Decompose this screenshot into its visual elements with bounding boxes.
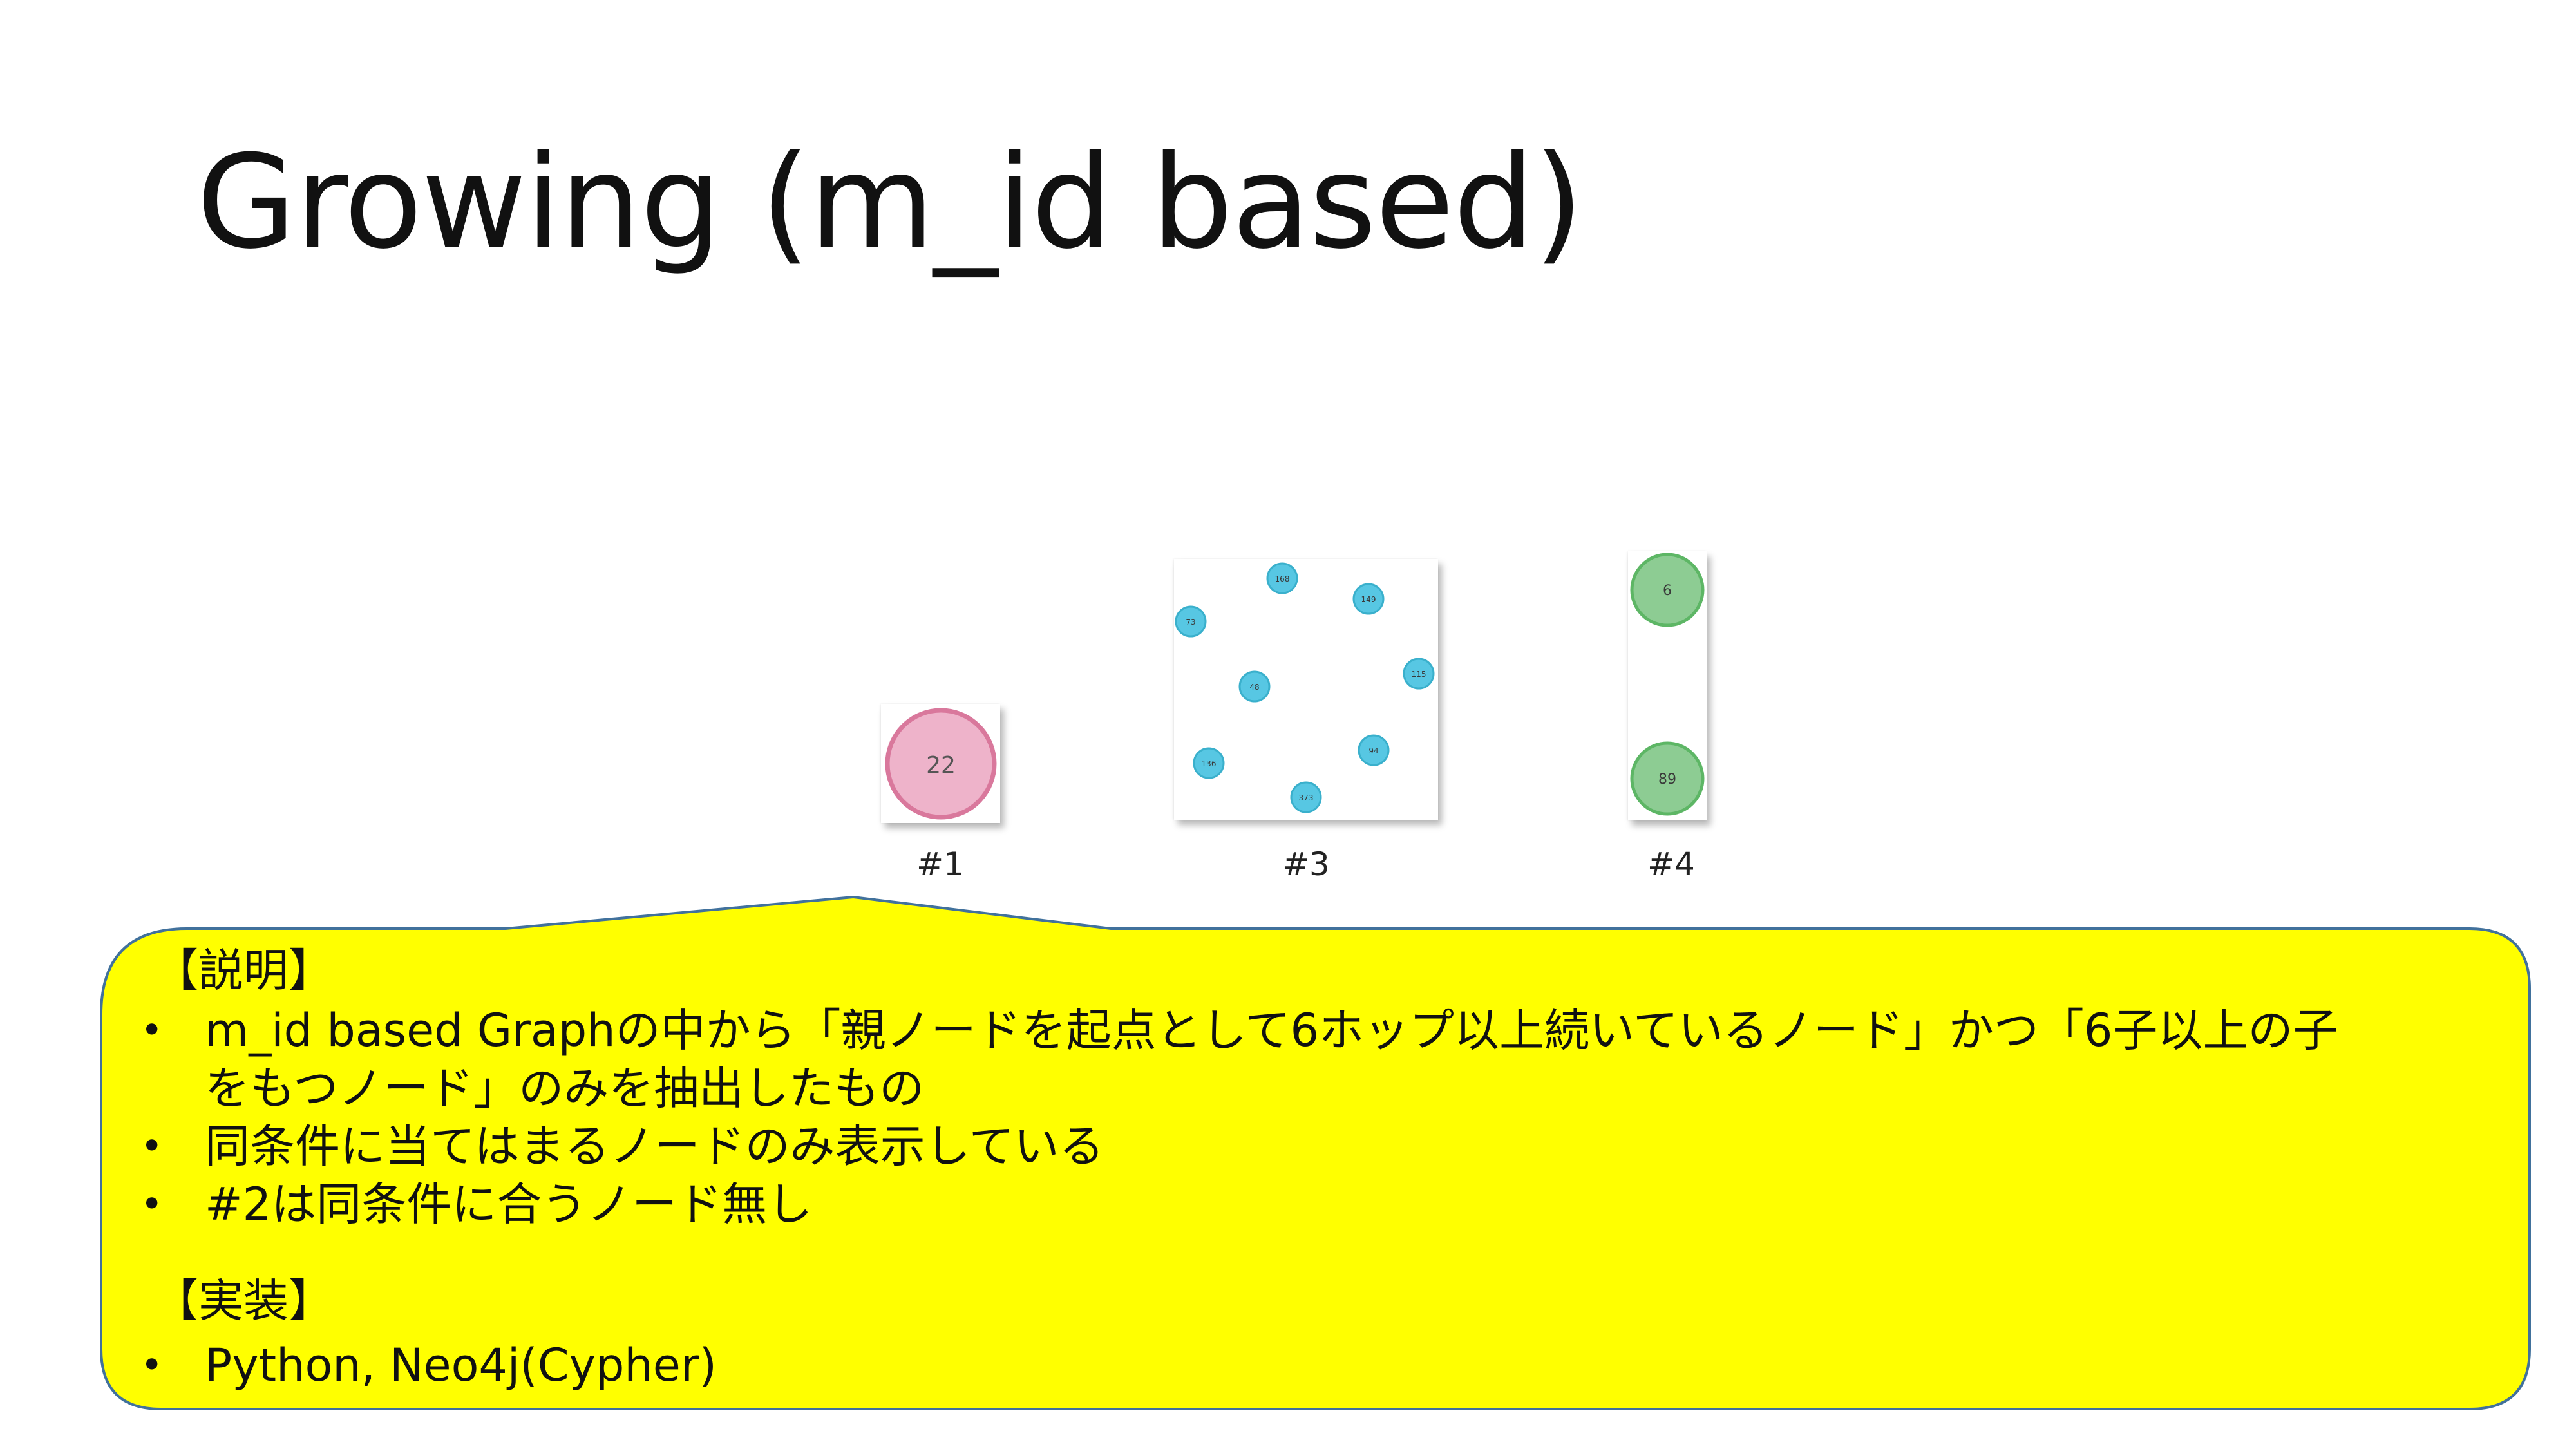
callout-shape [100,895,2531,1410]
slide: Growing (m_id based) 22 #1 168 149 73 48… [0,0,2576,1449]
callout-bubble [100,895,2531,1410]
